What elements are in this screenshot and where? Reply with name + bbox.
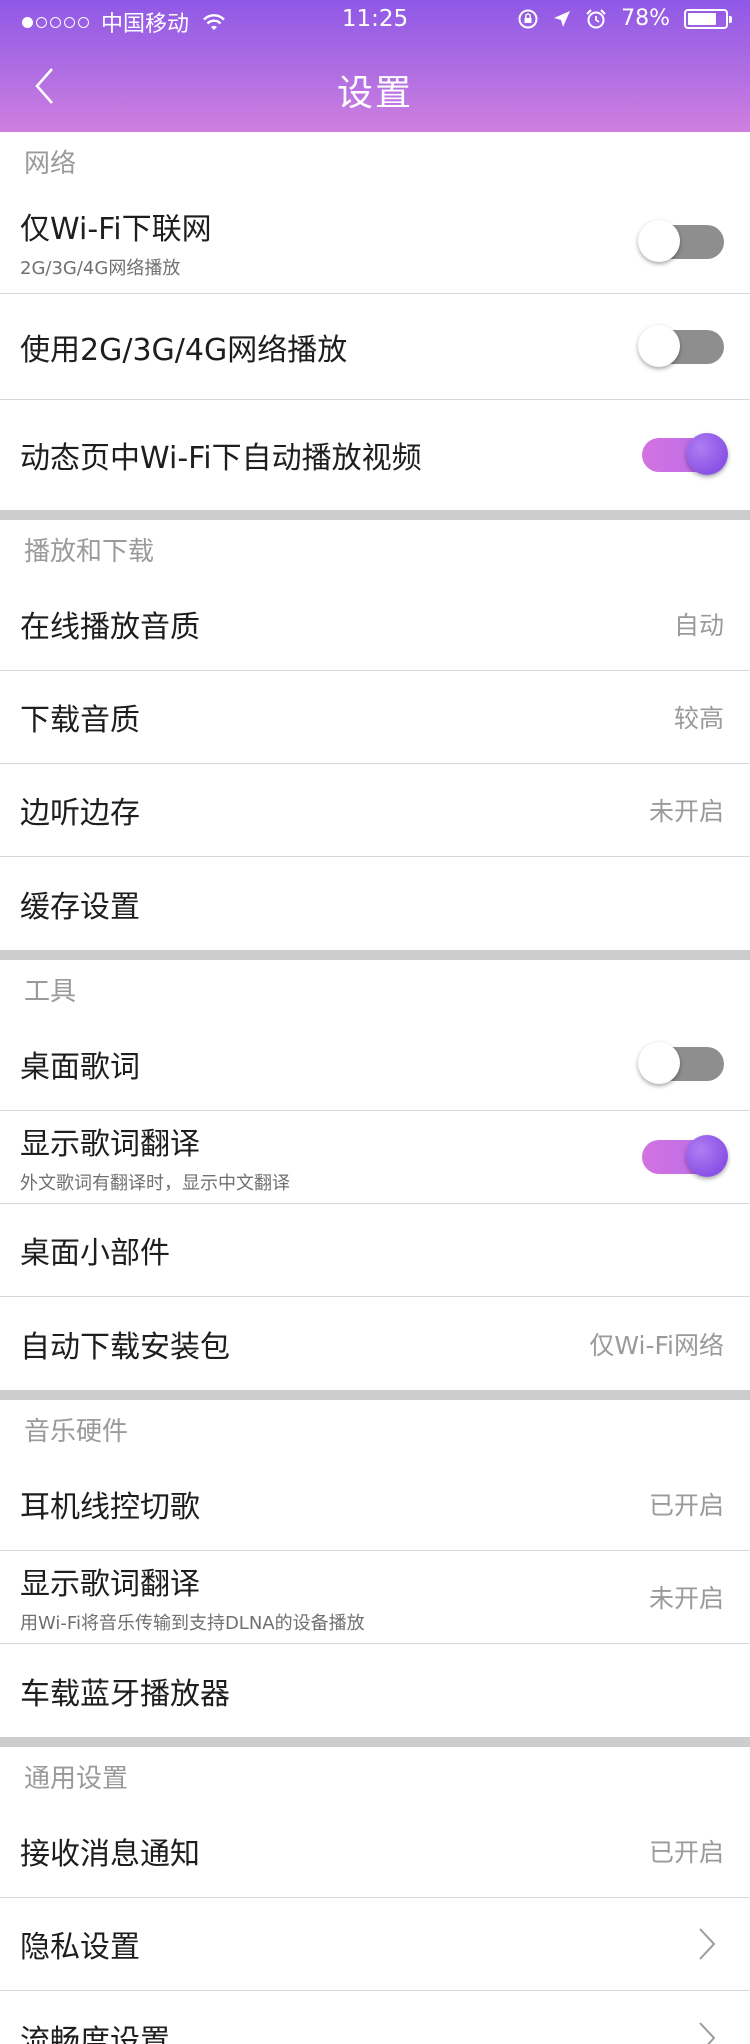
setting-text: 边听边存 xyxy=(20,788,649,832)
setting-label: 桌面小部件 xyxy=(20,1236,170,1271)
status-bar: 中国移动 11:25 78% xyxy=(0,0,750,40)
setting-text: 缓存设置 xyxy=(20,882,724,926)
setting-label: 接收消息通知 xyxy=(20,1837,200,1872)
section-title-hardware: 音乐硬件 xyxy=(24,1416,129,1447)
setting-fluency[interactable]: 流畅度设置 xyxy=(0,1991,750,2044)
setting-label: 耳机线控切歌 xyxy=(20,1490,200,1525)
setting-sub: 2G/3G/4G网络播放 xyxy=(20,257,181,279)
section-divider xyxy=(0,950,750,960)
nav-bar: 设置 xyxy=(0,40,750,132)
toggle-knob xyxy=(638,1042,680,1084)
chevron-right-icon xyxy=(699,2021,716,2044)
setting-value: 仅Wi-Fi网络 xyxy=(589,1330,724,1360)
setting-text: 车载蓝牙播放器 xyxy=(20,1669,724,1713)
wifi-only-toggle[interactable] xyxy=(638,219,724,262)
setting-text: 耳机线控切歌 xyxy=(20,1482,649,1526)
setting-sub: 外文歌词有翻译时，显示中文翻译 xyxy=(20,1173,290,1194)
toggle-knob xyxy=(638,219,680,262)
setting-value: 已开启 xyxy=(648,1838,724,1867)
setting-label: 缓存设置 xyxy=(20,889,140,925)
setting-text: 下载音质 xyxy=(20,695,674,739)
setting-text: 仅Wi-Fi下联网 2G/3G/4G网络播放 xyxy=(20,204,642,280)
setting-value: 自动 xyxy=(673,611,724,640)
setting-label: 仅Wi-Fi下联网 xyxy=(20,211,212,247)
section-title-playback: 播放和下载 xyxy=(24,536,155,567)
setting-label: 在线播放音质 xyxy=(20,610,200,645)
battery-percent: 78% xyxy=(621,6,670,31)
setting-autoplay-video[interactable]: 动态页中Wi-Fi下自动播放视频 xyxy=(0,400,750,510)
setting-label: 隐私设置 xyxy=(20,1930,140,1965)
rotation-lock-icon xyxy=(518,9,538,28)
setting-text: 桌面歌词 xyxy=(20,1042,642,1086)
toggle-knob xyxy=(638,324,680,367)
status-right: 78% xyxy=(517,6,732,31)
header: 中国移动 11:25 78% 设置 xyxy=(0,0,750,132)
setting-text: 显示歌词翻译 用Wi-Fi将音乐传输到支持DLNA的设备播放 xyxy=(20,1559,649,1635)
toggle-knob xyxy=(686,433,728,475)
setting-sub: 用Wi-Fi将音乐传输到支持DLNA的设备播放 xyxy=(20,1613,365,1634)
desktop-lyrics-toggle[interactable] xyxy=(638,1042,724,1084)
setting-text: 使用2G/3G/4G网络播放 xyxy=(20,325,642,369)
section-title-network: 网络 xyxy=(24,148,77,179)
section-divider xyxy=(0,510,750,520)
setting-car-bluetooth[interactable]: 车载蓝牙播放器 xyxy=(0,1644,750,1737)
setting-online-quality[interactable]: 在线播放音质 自动 xyxy=(0,578,750,671)
setting-privacy[interactable]: 隐私设置 xyxy=(0,1898,750,1991)
setting-label: 流畅度设置 xyxy=(20,2023,170,2044)
setting-label: 桌面歌词 xyxy=(20,1050,140,1085)
setting-text: 接收消息通知 xyxy=(20,1829,649,1873)
setting-value: 未开启 xyxy=(648,1584,724,1613)
setting-label: 显示歌词翻译 xyxy=(20,1127,200,1162)
setting-headset[interactable]: 耳机线控切歌 已开启 xyxy=(0,1458,750,1551)
setting-value: 已开启 xyxy=(648,1491,724,1520)
section-title-tools: 工具 xyxy=(24,976,77,1007)
setting-label: 自动下载安装包 xyxy=(20,1329,230,1365)
setting-widget[interactable]: 桌面小部件 xyxy=(0,1204,750,1297)
chevron-right-icon xyxy=(699,1928,716,1960)
setting-listen-save[interactable]: 边听边存 未开启 xyxy=(0,764,750,857)
settings-list: 网络 仅Wi-Fi下联网 2G/3G/4G网络播放 使用2G/3G/4G网络播放… xyxy=(0,132,750,2044)
page-title: 设置 xyxy=(336,73,413,114)
setting-notifications[interactable]: 接收消息通知 已开启 xyxy=(0,1805,750,1898)
section-divider xyxy=(0,1737,750,1747)
section-title-general: 通用设置 xyxy=(24,1763,129,1794)
battery-level xyxy=(688,12,717,25)
toggle-knob xyxy=(686,1135,728,1177)
setting-auto-download[interactable]: 自动下载安装包 仅Wi-Fi网络 xyxy=(0,1297,750,1390)
setting-text: 隐私设置 xyxy=(20,1922,696,1966)
autoplay-video-toggle[interactable] xyxy=(642,433,728,475)
setting-text: 动态页中Wi-Fi下自动播放视频 xyxy=(20,433,642,477)
setting-text: 流畅度设置 xyxy=(20,2016,696,2044)
setting-text: 在线播放音质 xyxy=(20,602,674,646)
section-divider xyxy=(0,1390,750,1400)
setting-label: 显示歌词翻译 xyxy=(20,1567,200,1602)
setting-dlna[interactable]: 显示歌词翻译 用Wi-Fi将音乐传输到支持DLNA的设备播放 未开启 xyxy=(0,1551,750,1644)
setting-desktop-lyrics[interactable]: 桌面歌词 xyxy=(0,1018,750,1111)
setting-lyrics-translate[interactable]: 显示歌词翻译 外文歌词有翻译时，显示中文翻译 xyxy=(0,1111,750,1204)
setting-label: 使用2G/3G/4G网络播放 xyxy=(20,332,348,368)
setting-label: 车载蓝牙播放器 xyxy=(20,1676,230,1712)
battery-icon xyxy=(684,8,732,29)
setting-text: 显示歌词翻译 外文歌词有翻译时，显示中文翻译 xyxy=(20,1119,642,1195)
alarm-icon xyxy=(586,8,606,28)
setting-cache[interactable]: 缓存设置 xyxy=(0,857,750,950)
setting-label: 下载音质 xyxy=(20,703,140,738)
location-icon xyxy=(554,10,571,27)
setting-label: 动态页中Wi-Fi下自动播放视频 xyxy=(20,441,422,476)
setting-text: 自动下载安装包 xyxy=(20,1322,589,1366)
setting-text: 桌面小部件 xyxy=(20,1228,724,1272)
setting-download-quality[interactable]: 下载音质 较高 xyxy=(0,671,750,764)
setting-value: 未开启 xyxy=(648,797,724,826)
setting-value: 较高 xyxy=(673,704,724,733)
lyrics-translate-toggle[interactable] xyxy=(642,1135,728,1177)
mobile-play-toggle[interactable] xyxy=(638,324,724,367)
setting-wifi-only[interactable]: 仅Wi-Fi下联网 2G/3G/4G网络播放 xyxy=(0,190,750,294)
setting-label: 边听边存 xyxy=(20,796,140,831)
setting-mobile-play[interactable]: 使用2G/3G/4G网络播放 xyxy=(0,294,750,400)
